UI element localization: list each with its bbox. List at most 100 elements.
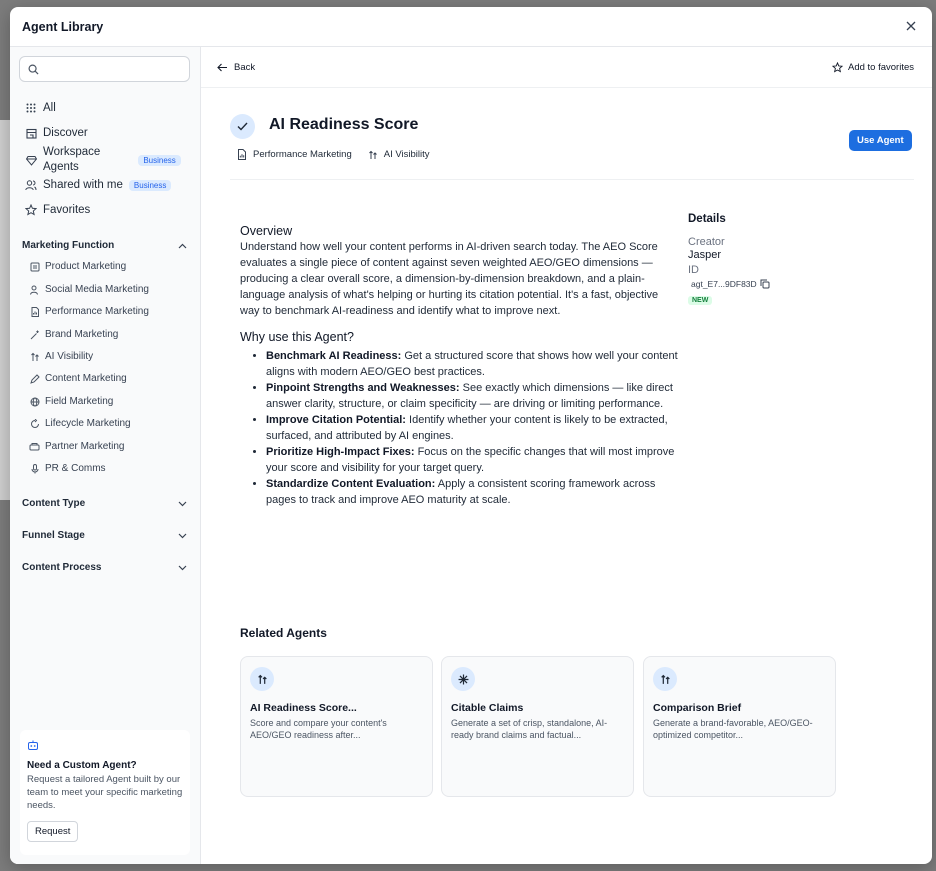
search-input[interactable]: [44, 63, 184, 75]
nav-workspace-agents[interactable]: Workspace Agents Business: [25, 145, 181, 175]
overview-text: Understand how well your content perform…: [240, 241, 659, 317]
content-process-toggle[interactable]: Content Process: [22, 562, 187, 573]
nav-label: Agents: [43, 161, 79, 173]
card-title: Citable Claims: [451, 702, 524, 714]
nav-label: All: [43, 102, 56, 114]
custom-agent-card: Need a Custom Agent? Request a tailored …: [20, 730, 190, 855]
filter-field-marketing[interactable]: Field Marketing: [29, 396, 113, 407]
nav-label: Shared with me: [43, 179, 123, 191]
creator-value: Jasper: [688, 249, 722, 261]
nav-all[interactable]: All: [25, 102, 56, 114]
filter-product-marketing[interactable]: Product Marketing: [29, 261, 126, 272]
arrows-up-down-icon: [29, 351, 40, 362]
custom-agent-title: Need a Custom Agent?: [27, 760, 137, 771]
top-bar: Back Add to favorites: [201, 47, 932, 88]
grid-icon: [25, 102, 37, 114]
benefit-title: Improve Citation Potential:: [266, 414, 406, 426]
section-title: Content Process: [22, 562, 102, 573]
use-agent-button[interactable]: Use Agent: [849, 130, 912, 151]
agent-library-modal: Agent Library All Discover Workspace Age…: [10, 7, 932, 864]
filter-social-media-marketing[interactable]: Social Media Marketing: [29, 284, 149, 295]
business-badge: Business: [128, 179, 172, 191]
cycle-icon: [29, 418, 40, 429]
agent-description: Overview Understand how well your conten…: [240, 224, 680, 508]
filter-label: Product Marketing: [45, 261, 127, 272]
benefit-item: Improve Citation Potential: Identify whe…: [266, 412, 680, 444]
diamond-icon: [25, 154, 37, 166]
chevron-down-icon: [178, 501, 187, 506]
filter-partner-marketing[interactable]: Partner Marketing: [29, 441, 124, 452]
arrows-up-down-icon: [653, 667, 677, 691]
business-badge: Business: [138, 154, 181, 166]
agent-title: AI Readiness Score: [269, 116, 419, 133]
back-label: Back: [234, 61, 256, 73]
section-title: Funnel Stage: [22, 530, 85, 541]
filter-performance-marketing[interactable]: Performance Marketing: [29, 306, 149, 317]
nav-shared-with-me[interactable]: Shared with me Business: [25, 179, 172, 191]
copy-icon[interactable]: [760, 279, 770, 289]
why-heading: Why use this Agent?: [240, 330, 354, 344]
related-agent-card[interactable]: AI Readiness Score... Score and compare …: [240, 656, 433, 797]
benefit-item: Prioritize High-Impact Fixes: Focus on t…: [266, 444, 680, 476]
funnel-stage-toggle[interactable]: Funnel Stage: [22, 530, 187, 541]
filter-lifecycle-marketing[interactable]: Lifecycle Marketing: [29, 418, 131, 429]
id-value: agt_E7...9DF83D: [691, 279, 757, 289]
filter-brand-marketing[interactable]: Brand Marketing: [29, 329, 118, 340]
close-icon: [906, 21, 916, 31]
search-box[interactable]: [19, 56, 190, 82]
pen-icon: [29, 373, 40, 384]
main-panel: Back Add to favorites AI Readiness Score…: [201, 47, 932, 864]
star-icon: [831, 61, 843, 73]
agent-tags: Performance Marketing AI Visibility: [237, 149, 430, 160]
nav-label-group: Workspace Agents: [43, 145, 100, 175]
filter-pr-comms[interactable]: PR & Comms: [29, 463, 106, 474]
custom-agent-text: Request a tailored Agent built by our te…: [27, 774, 183, 811]
request-button[interactable]: Request: [27, 821, 79, 842]
benefit-item: Benchmark AI Readiness: Get a structured…: [266, 348, 680, 380]
filter-label: Field Marketing: [45, 396, 114, 407]
microphone-icon: [29, 463, 40, 474]
document-icon: [29, 261, 40, 272]
filter-content-marketing[interactable]: Content Marketing: [29, 373, 127, 384]
users-icon: [25, 179, 37, 191]
tag-label: Performance Marketing: [253, 149, 352, 160]
filter-label: AI Visibility: [45, 351, 94, 362]
related-agent-card[interactable]: Citable Claims Generate a set of crisp, …: [441, 656, 634, 797]
tag-label: AI Visibility: [383, 149, 430, 160]
modal-title: Agent Library: [22, 19, 104, 34]
sidebar: All Discover Workspace Agents Business S…: [10, 47, 201, 864]
section-title: Content Type: [22, 498, 86, 509]
nav-discover[interactable]: Discover: [25, 127, 88, 139]
related-agents-heading: Related Agents: [240, 626, 327, 640]
arrows-up-down-icon: [368, 150, 377, 159]
filter-label: PR & Comms: [45, 463, 106, 474]
id-label: ID: [688, 264, 699, 276]
card-title: AI Readiness Score...: [250, 702, 357, 714]
related-agent-card[interactable]: Comparison Brief Generate a brand-favora…: [643, 656, 836, 797]
background-app-strip: [0, 120, 10, 500]
content-type-toggle[interactable]: Content Type: [22, 498, 187, 509]
details-heading: Details: [688, 213, 726, 225]
filter-ai-visibility[interactable]: AI Visibility: [29, 351, 93, 362]
marketing-function-toggle[interactable]: Marketing Function: [22, 240, 187, 251]
magic-wand-icon: [29, 329, 40, 340]
header-divider: [230, 179, 914, 180]
filter-label: Lifecycle Marketing: [45, 418, 131, 429]
search-icon: [28, 64, 39, 75]
tag-performance-marketing: Performance Marketing: [237, 149, 352, 160]
nav-favorites[interactable]: Favorites: [25, 204, 90, 216]
filter-label: Content Marketing: [45, 373, 127, 384]
nav-label: Workspace: [43, 146, 101, 158]
benefit-item: Pinpoint Strengths and Weaknesses: See e…: [266, 380, 680, 412]
filter-label: Partner Marketing: [45, 441, 125, 452]
benefit-title: Prioritize High-Impact Fixes:: [266, 446, 415, 458]
filter-label: Social Media Marketing: [45, 284, 149, 295]
card-description: Score and compare your content's AEO/GEO…: [250, 718, 387, 740]
close-button[interactable]: [902, 17, 920, 35]
benefit-title: Benchmark AI Readiness:: [266, 350, 402, 362]
card-description: Generate a set of crisp, standalone, AI-…: [451, 718, 608, 740]
filter-label: Brand Marketing: [45, 329, 119, 340]
favorites-label: Add to favorites: [847, 61, 914, 73]
back-button[interactable]: Back: [217, 62, 255, 73]
add-to-favorites-button[interactable]: Add to favorites: [831, 61, 914, 73]
